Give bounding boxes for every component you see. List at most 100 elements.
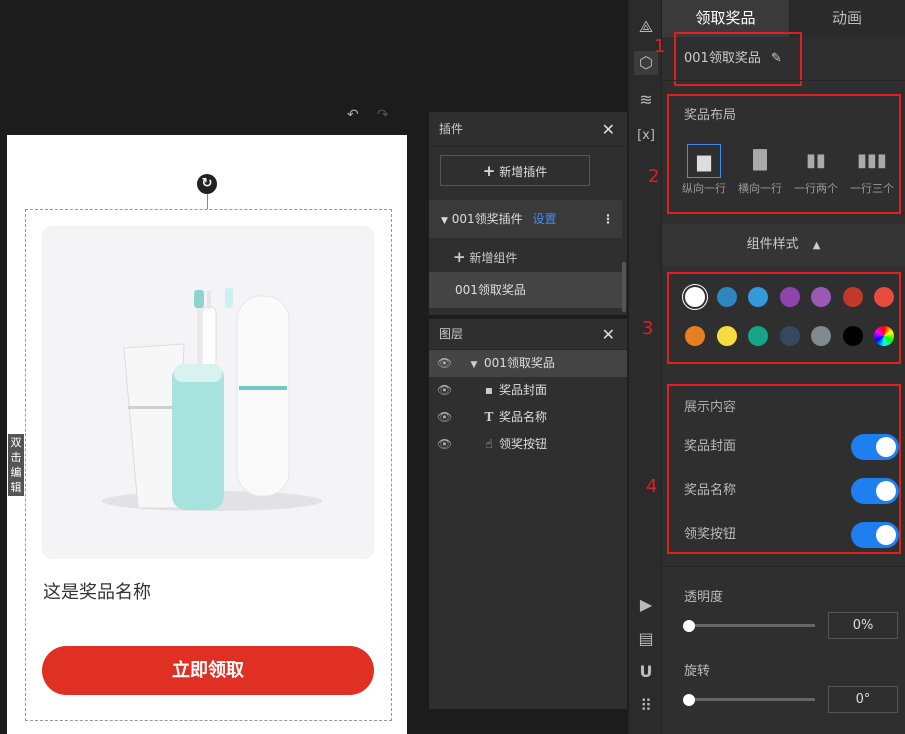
layer-label: 001领取奖品: [484, 356, 555, 370]
toggle-label: 领奖按钮: [684, 527, 737, 542]
rotation-slider-track[interactable]: [689, 698, 815, 701]
variable-icon[interactable]: [x]: [634, 124, 658, 148]
toggle-row-cover: 奖品封面: [684, 434, 899, 460]
plugin-panel-title: 插件: [439, 122, 464, 136]
plus-icon: +: [453, 248, 466, 266]
eye-icon[interactable]: 👁: [437, 404, 452, 431]
plugin-panel: 插件 ✕ + 新增插件 ▼ 001领奖插件 设置 ⋮ + 新增组件 001领取奖…: [429, 112, 627, 315]
component-name: 001领取奖品: [684, 51, 761, 66]
play-icon[interactable]: ▶: [634, 593, 658, 617]
toggle-label: 奖品名称: [684, 483, 737, 498]
caret-up-icon: ▲: [812, 240, 821, 251]
layout-section: 奖品布局 ▆ 纵向一行 ▐▌ 横向一行 ▮▮ 一行两个 ▮▮▮ 一行三个: [667, 94, 901, 214]
color-swatch[interactable]: [748, 287, 768, 307]
image-icon: ▪: [484, 383, 494, 397]
toggle-row-button: 领奖按钮: [684, 522, 899, 548]
close-icon[interactable]: ✕: [602, 112, 615, 147]
name-toggle[interactable]: [851, 478, 899, 504]
caret-down-icon[interactable]: ▼: [467, 352, 481, 379]
layout-option-horizontal[interactable]: ▐▌ 横向一行: [730, 144, 790, 196]
color-swatch[interactable]: [842, 287, 863, 307]
component-name-field[interactable]: 001领取奖品 ✎: [674, 32, 802, 86]
layer-label: 领奖按钮: [499, 437, 548, 451]
add-component-button[interactable]: + 新增组件: [453, 248, 517, 267]
color-swatch[interactable]: [842, 326, 863, 346]
eye-icon[interactable]: 👁: [437, 350, 452, 377]
opacity-value[interactable]: 0%: [828, 612, 898, 639]
layers-icon[interactable]: ≋: [634, 88, 658, 112]
rotation-value[interactable]: 0°: [828, 686, 898, 713]
color-swatch[interactable]: [811, 287, 831, 307]
redo-icon[interactable]: ↷: [377, 108, 393, 122]
component-style-header[interactable]: 组件样式 ▲: [662, 224, 905, 266]
color-swatch[interactable]: [779, 326, 800, 346]
caret-down-icon[interactable]: ▼: [441, 216, 448, 226]
rotation-slider-handle[interactable]: [683, 694, 695, 706]
grid-icon[interactable]: ⠿: [634, 694, 658, 718]
layout-horizontal-icon: ▐▌: [746, 150, 774, 171]
tab-animation[interactable]: 动画: [789, 0, 905, 37]
double-click-edit-tag[interactable]: 双击编辑: [8, 434, 24, 496]
button-toggle[interactable]: [851, 522, 899, 548]
layout-two-icon: ▮▮: [806, 150, 826, 171]
plugin-item[interactable]: ▼ 001领奖插件 设置 ⋮: [429, 200, 622, 238]
display-title: 展示内容: [684, 400, 737, 415]
layer-row-cover[interactable]: 👁 ▪ 奖品封面: [429, 377, 627, 404]
color-swatch[interactable]: [685, 326, 705, 346]
opacity-slider-handle[interactable]: [683, 620, 695, 632]
add-plugin-button[interactable]: + 新增插件: [440, 155, 590, 186]
add-component-label: 新增组件: [469, 251, 518, 265]
annotation-1: 1: [654, 36, 666, 57]
plugin-panel-scrollbar[interactable]: [622, 262, 626, 312]
opacity-slider-track[interactable]: [689, 624, 815, 627]
layout-option-label: 一行两个: [794, 182, 838, 195]
toggle-row-name: 奖品名称: [684, 478, 899, 504]
layer-label: 奖品封面: [499, 383, 548, 397]
prize-cover-image[interactable]: [42, 226, 374, 559]
prize-name-text[interactable]: 这是奖品名称: [43, 578, 151, 604]
rotate-handle-icon[interactable]: ↻: [197, 174, 217, 194]
plugin-settings-link[interactable]: 设置: [532, 212, 556, 226]
layout-option-two[interactable]: ▮▮ 一行两个: [786, 144, 846, 196]
pointer-hand-icon: ☝: [485, 437, 493, 451]
layer-row-name[interactable]: 👁 T 奖品名称: [429, 404, 627, 431]
plus-icon: +: [482, 162, 496, 180]
layer-row-button[interactable]: 👁 ☝ 领奖按钮: [429, 431, 627, 458]
vertical-toolbar: ⟁ ⬡ ≋ [x] ▶ ▤ U ⠿: [628, 0, 662, 734]
claim-prize-button[interactable]: 立即领取: [42, 646, 374, 695]
color-swatch[interactable]: [716, 326, 737, 346]
layers-panel-header: 图层 ✕: [429, 319, 627, 350]
pencil-icon[interactable]: ✎: [771, 51, 782, 66]
color-section: [667, 272, 901, 364]
color-swatch[interactable]: [748, 326, 768, 346]
film-icon[interactable]: ▤: [634, 627, 658, 651]
plugin-panel-header: 插件 ✕: [429, 112, 627, 147]
magnet-icon[interactable]: U: [634, 660, 658, 684]
layout-option-vertical[interactable]: ▆ 纵向一行: [674, 144, 734, 196]
annotation-2: 2: [648, 166, 660, 187]
color-swatch[interactable]: [874, 287, 894, 307]
color-swatch[interactable]: [811, 326, 831, 346]
color-swatch[interactable]: [779, 287, 800, 307]
layout-option-three[interactable]: ▮▮▮ 一行三个: [842, 144, 902, 196]
more-vertical-icon[interactable]: ⋮: [602, 200, 614, 238]
layout-option-label: 纵向一行: [682, 182, 726, 195]
eye-icon[interactable]: 👁: [437, 377, 452, 404]
color-swatch[interactable]: [874, 326, 894, 346]
cover-toggle[interactable]: [851, 434, 899, 460]
text-icon: T: [484, 410, 494, 424]
layer-row-root[interactable]: 👁 ▼ 001领取奖品: [429, 350, 627, 377]
opacity-label: 透明度: [684, 590, 724, 605]
color-swatch[interactable]: [685, 287, 705, 307]
layers-panel: 图层 ✕ 👁 ▼ 001领取奖品 👁 ▪ 奖品封面 👁 T 奖品名称 👁 ☝ 领奖按钮: [429, 319, 627, 709]
display-content-section: 展示内容 奖品封面 奖品名称 领奖按钮: [667, 384, 901, 554]
color-swatch[interactable]: [716, 287, 737, 307]
rotation-label: 旋转: [684, 664, 711, 679]
plugin-component-item[interactable]: 001领取奖品: [429, 272, 622, 308]
double-click-edit-label: 双击编辑: [10, 436, 22, 494]
close-icon[interactable]: ✕: [602, 319, 615, 350]
eye-icon[interactable]: 👁: [437, 431, 452, 458]
style-header-label: 组件样式: [746, 237, 799, 252]
undo-icon[interactable]: ↶: [347, 108, 363, 122]
plugin-name: 001领奖插件: [451, 212, 523, 226]
